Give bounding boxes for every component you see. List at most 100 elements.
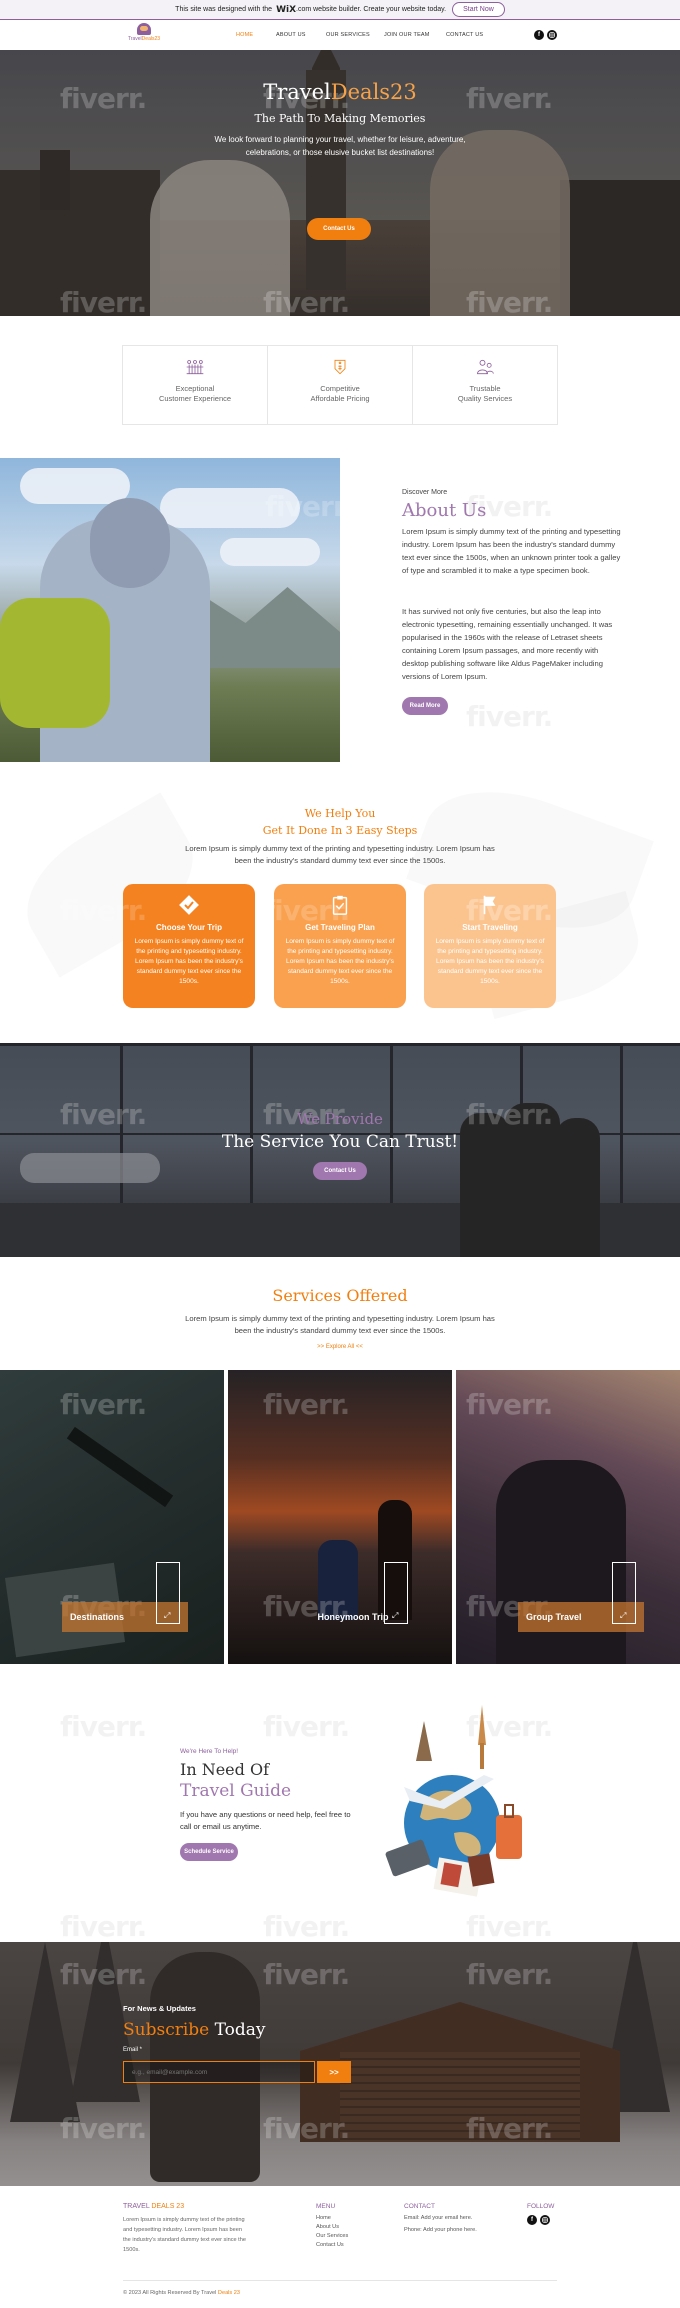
site-header: TravelDeals23 HOME ABOUT US OUR SERVICES… <box>0 20 680 50</box>
logo-text-b: Deals23 <box>141 36 161 42</box>
watermark: fiverr. <box>466 894 553 927</box>
hero-contact-button[interactable]: Contact Us <box>307 218 371 240</box>
copyright-text-b: Deals 23 <box>217 2290 240 2296</box>
email-field[interactable] <box>123 2061 315 2083</box>
about-paragraph-1: Lorem Ipsum is simply dummy text of the … <box>402 527 621 575</box>
instagram-icon[interactable] <box>540 2215 550 2225</box>
feature-1-line2: Customer Experience <box>158 394 232 403</box>
check-diamond-icon <box>176 892 202 918</box>
service-card-honeymoon[interactable]: fiverr. fiverr. Honeymoon Trip ⤢ <box>228 1370 452 1664</box>
subscribe-title-a: Subscribe <box>123 2020 210 2040</box>
steps-title-2: Get It Done In 3 Easy Steps <box>262 824 418 837</box>
site-logo[interactable]: TravelDeals23 <box>124 23 164 47</box>
footer-brand: TRAVEL DEALS 23 <box>123 2203 184 2210</box>
nav-contact-us[interactable]: CONTACT US <box>446 32 496 38</box>
explore-all-link[interactable]: >> Explore All << <box>0 1344 680 1350</box>
wix-banner-text-after: .com website builder. Create your websit… <box>296 6 447 13</box>
travel-guide-description: If you have any questions or need help, … <box>180 1810 351 1831</box>
feature-affordable-pricing: Competitive Affordable Pricing <box>268 346 413 424</box>
subscribe-title-b: Today <box>214 2020 266 2040</box>
feature-3-line2: Quality Services <box>457 394 513 403</box>
footer-divider <box>123 2280 557 2281</box>
nav-our-services[interactable]: OUR SERVICES <box>326 32 384 38</box>
watermark: fiverr. <box>263 894 350 927</box>
footer-copyright: © 2023 All Rights Reserved By Travel Dea… <box>123 2290 240 2296</box>
watermark: fiverr. <box>263 1958 350 1991</box>
hero-title-a: Travel <box>263 80 331 104</box>
watermark: fiverr. <box>466 1958 553 1991</box>
footer-social: f <box>527 2215 550 2225</box>
feature-customer-experience: Exceptional Customer Experience <box>123 346 268 424</box>
watermark: fiverr. <box>60 1958 147 1991</box>
watermark: fiverr. <box>263 1910 350 1943</box>
watermark: fiverr. <box>60 894 147 927</box>
feature-2-line1: Competitive <box>320 384 360 393</box>
backpack-image <box>0 598 110 728</box>
watermark: fiverr. <box>263 2112 350 2145</box>
watermark: fiverr. <box>466 1910 553 1943</box>
services-description: Lorem Ipsum is simply dummy text of the … <box>185 1314 495 1335</box>
service-card-destinations[interactable]: fiverr. fiverr. Destinations ⤢ <box>0 1370 224 1664</box>
service-banner-title-2: The Service You Can Trust! <box>221 1132 459 1152</box>
wix-logo[interactable]: WiX <box>276 5 296 15</box>
step-2-text: Lorem Ipsum is simply dummy text of the … <box>285 938 395 985</box>
subscribe-title: Subscribe Today <box>123 2020 266 2040</box>
footer-menu-services[interactable]: Our Services <box>316 2233 348 2239</box>
read-more-button[interactable]: Read More <box>402 697 448 715</box>
footer-menu-contact[interactable]: Contact Us <box>316 2242 344 2248</box>
nav-join-our-team[interactable]: JOIN OUR TEAM <box>384 32 446 38</box>
subscribe-kicker: For News & Updates <box>123 2004 196 2013</box>
wix-banner: This site was designed with the WiX .com… <box>0 0 680 20</box>
hero-title: TravelDeals23 <box>0 80 680 104</box>
footer-description: Lorem Ipsum is simply dummy text of the … <box>123 2217 246 2253</box>
travel-globe-illustration <box>385 1705 522 1897</box>
services-title: Services Offered <box>272 1286 408 1305</box>
expand-icon: ⤢ <box>392 1611 399 1620</box>
service-card-group-travel[interactable]: fiverr. fiverr. Group Travel ⤢ <box>456 1370 680 1664</box>
footer-follow-title: FOLLOW <box>527 2203 555 2210</box>
feature-quality-services: Trustable Quality Services <box>413 346 557 424</box>
copyright-text-a: © 2023 All Rights Reserved By Travel <box>123 2290 217 2296</box>
watermark: fiverr. <box>265 490 340 523</box>
footer-menu-title: MENU <box>316 2203 336 2210</box>
travel-guide-title-2: Travel Guide <box>180 1781 292 1801</box>
instagram-icon[interactable] <box>547 30 557 40</box>
footer-brand-a: TRAVEL <box>123 2203 150 2210</box>
facebook-icon[interactable]: f <box>527 2215 537 2225</box>
watermark: fiverr. <box>466 286 553 316</box>
watermark: fiverr. <box>263 286 350 316</box>
footer-contact-title: CONTACT <box>404 2203 435 2210</box>
subscribe-submit-button[interactable]: >> <box>317 2061 351 2083</box>
watermark: fiverr. <box>60 1910 147 1943</box>
step-1-title: Choose Your Trip <box>156 923 222 932</box>
travel-guide-title-1: In Need Of <box>180 1760 270 1779</box>
watermark: fiverr. <box>263 1388 350 1421</box>
watermark: fiverr. <box>466 2112 553 2145</box>
hero-description: We look forward to planning your travel,… <box>214 135 466 157</box>
users-grid-icon <box>186 360 204 375</box>
step-1-text: Lorem Ipsum is simply dummy text of the … <box>134 938 244 985</box>
footer-menu-home[interactable]: Home <box>316 2215 331 2221</box>
footer-menu-about[interactable]: About Us <box>316 2224 339 2230</box>
header-social: f <box>534 30 557 40</box>
watermark: fiverr. <box>466 1388 553 1421</box>
schedule-service-button[interactable]: Schedule Service <box>180 1843 238 1861</box>
hero-subtitle: The Path To Making Memories <box>254 112 426 125</box>
service-contact-button[interactable]: Contact Us <box>313 1162 367 1180</box>
expand-icon: ⤢ <box>620 1611 627 1620</box>
step-3-text: Lorem Ipsum is simply dummy text of the … <box>435 938 545 985</box>
footer-contact-phone: Phone: Add your phone here. <box>404 2227 477 2233</box>
watermark: fiverr. <box>60 1710 147 1743</box>
watermark: fiverr. <box>60 286 147 316</box>
feature-3-line1: Trustable <box>469 384 501 393</box>
facebook-icon[interactable]: f <box>534 30 544 40</box>
watermark: fiverr. <box>60 1388 147 1421</box>
start-now-button[interactable]: Start Now <box>452 2 505 17</box>
travel-guide-kicker: We're Here To Help! <box>180 1748 239 1755</box>
footer-brand-b: DEALS 23 <box>151 2203 185 2210</box>
hero-title-b: Deals23 <box>330 80 417 104</box>
logo-mark-icon <box>137 23 151 35</box>
email-label: Email * <box>123 2047 143 2053</box>
nav-about-us[interactable]: ABOUT US <box>276 32 326 38</box>
nav-home[interactable]: HOME <box>236 32 276 38</box>
